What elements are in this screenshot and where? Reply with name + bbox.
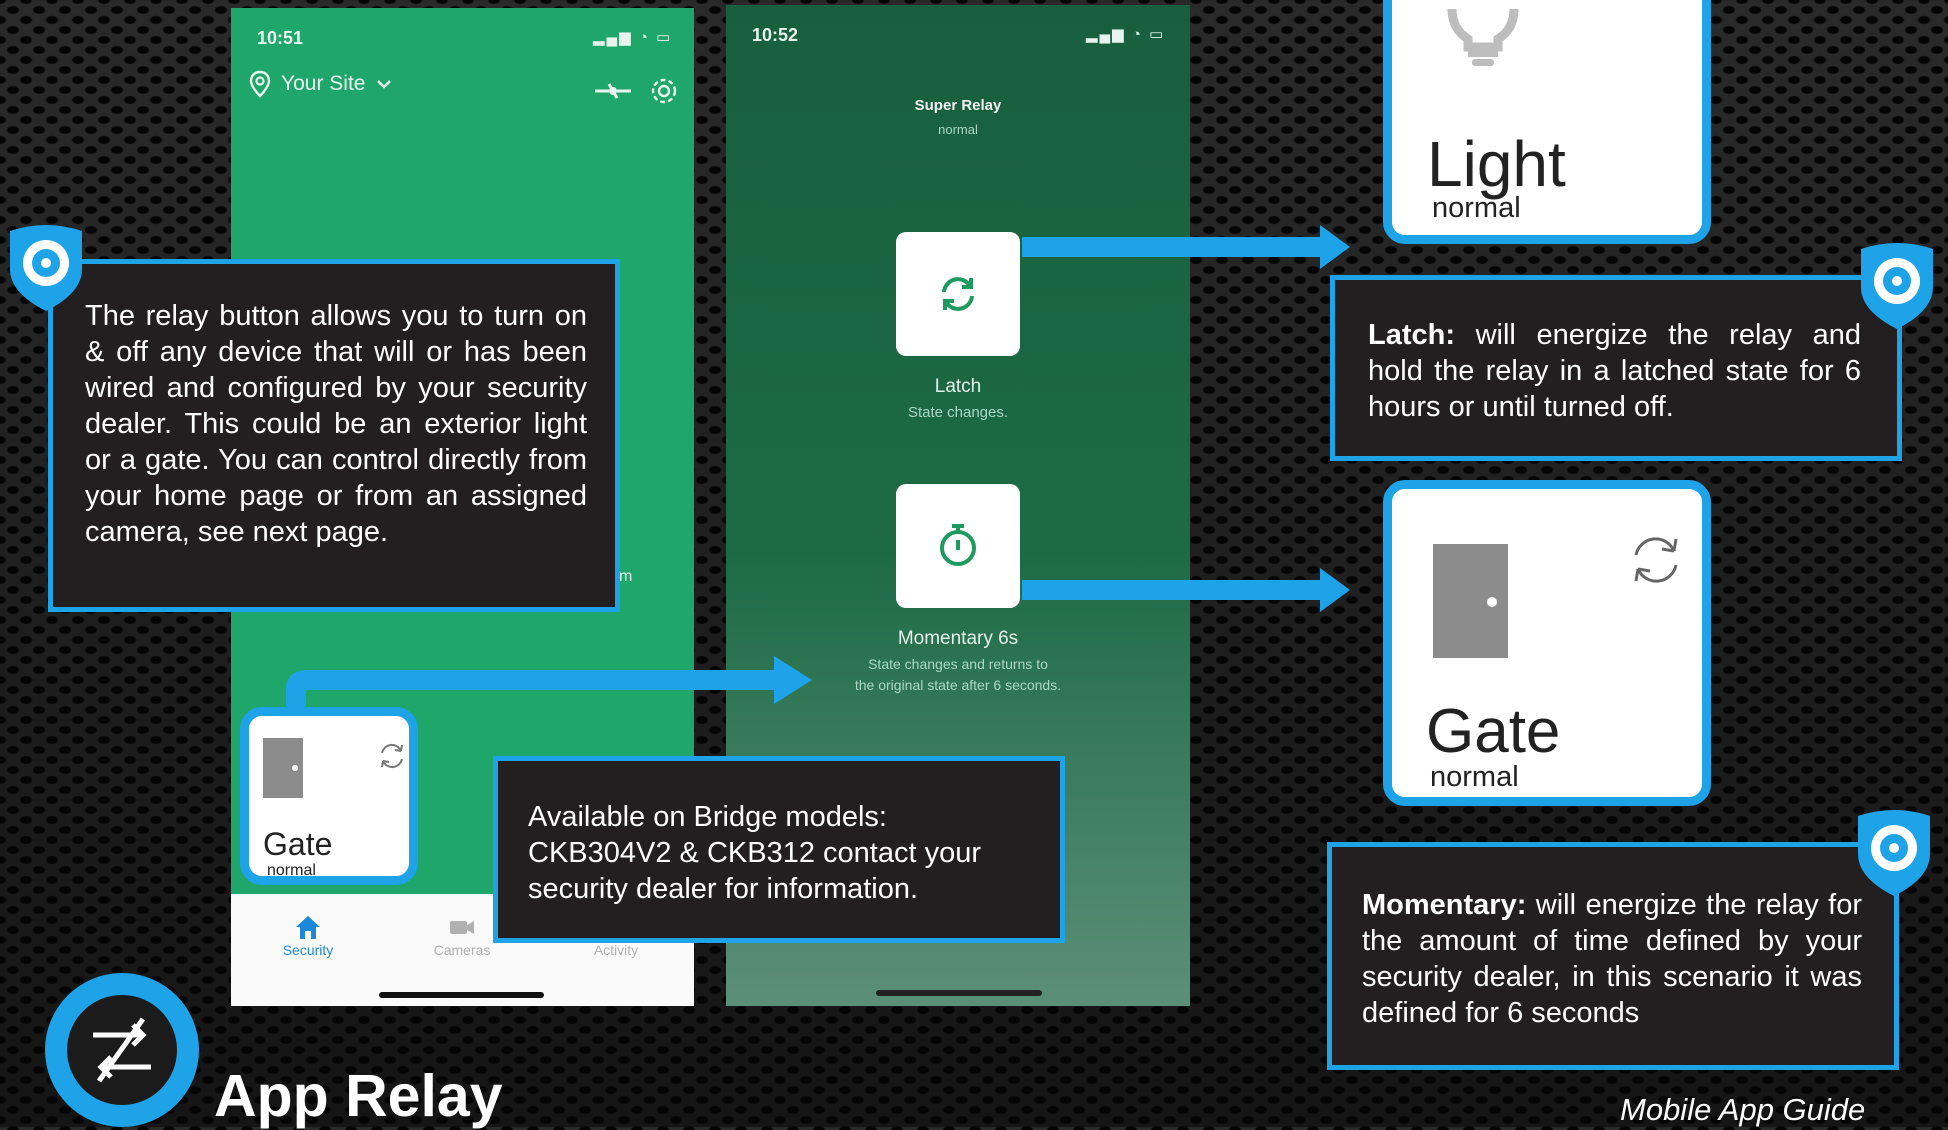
gate-title-large: Gate bbox=[1426, 697, 1561, 766]
site-name: Your Site bbox=[281, 72, 366, 95]
latch-arrow-bar bbox=[1022, 237, 1324, 257]
eye-badge-icon-3 bbox=[1858, 810, 1930, 896]
light-bulb-icon bbox=[1447, 8, 1519, 66]
eye-badge-icon-2 bbox=[1861, 243, 1933, 329]
tab-security[interactable]: Security bbox=[253, 912, 363, 958]
light-status: normal bbox=[1432, 192, 1521, 224]
latch-label: Latch bbox=[934, 376, 982, 397]
connection-icon[interactable] bbox=[593, 80, 633, 102]
tab-activity-label: Activity bbox=[593, 942, 639, 958]
chevron-down-icon bbox=[377, 80, 392, 89]
latch-button[interactable] bbox=[896, 232, 1020, 356]
tab-cameras-label: Cameras bbox=[433, 942, 491, 958]
status-icons: ▂▄▆ ◔ ▭ bbox=[593, 29, 673, 46]
gate-to-relay-arrow bbox=[286, 656, 812, 710]
refresh-icon bbox=[381, 743, 403, 769]
relay-switch-icon bbox=[93, 1017, 151, 1083]
momentary-arrow-head bbox=[1320, 568, 1350, 612]
guide-label: Mobile App Guide bbox=[1620, 1092, 1866, 1127]
gate-status-small: normal bbox=[267, 862, 316, 879]
app-relay-logo bbox=[45, 973, 199, 1127]
light-relay-card[interactable]: Light normal bbox=[1383, 0, 1711, 244]
home-indicator bbox=[379, 992, 544, 998]
latch-arrow-head bbox=[1320, 225, 1350, 269]
site-selector[interactable]: Your Site bbox=[249, 66, 393, 102]
status-time: 10:51 bbox=[257, 28, 304, 48]
momentary-callout-bold: Momentary: bbox=[1362, 889, 1527, 921]
bridge-models-text: Available on Bridge models: CKB304V2 & C… bbox=[528, 801, 981, 905]
door-icon bbox=[263, 738, 303, 798]
latch-callout-text: Latch: will energize the relay and hold … bbox=[1368, 317, 1861, 425]
home-indicator-2 bbox=[876, 990, 1042, 996]
bridge-models-callout: Available on Bridge models: CKB304V2 & C… bbox=[493, 756, 1065, 943]
relay-intro-callout: The relay button allows you to turn on &… bbox=[48, 259, 620, 612]
partial-text: m bbox=[619, 568, 633, 585]
status-icons-2: ▂▄▆ ◔ ▭ bbox=[1086, 26, 1166, 43]
refresh-icon-large bbox=[1634, 537, 1678, 583]
gate-relay-card-large[interactable]: Gate normal bbox=[1383, 480, 1711, 806]
gate-title-small: Gate bbox=[263, 826, 333, 862]
relay-subtitle: normal bbox=[938, 122, 978, 137]
status-time-2: 10:52 bbox=[752, 25, 799, 45]
home-icon bbox=[296, 916, 320, 939]
momentary-arrow-bar bbox=[1022, 580, 1324, 600]
sync-icon bbox=[942, 277, 974, 311]
relay-title: Super Relay bbox=[914, 97, 1002, 114]
door-icon-large bbox=[1433, 544, 1508, 658]
latch-callout: Latch: will energize the relay and hold … bbox=[1330, 275, 1902, 461]
momentary-callout-text: Momentary: will energize the relay for t… bbox=[1362, 887, 1862, 1031]
relay-intro-text: The relay button allows you to turn on &… bbox=[85, 300, 587, 548]
eye-badge-icon bbox=[10, 225, 82, 311]
camera-icon bbox=[450, 921, 474, 934]
page-title: App Relay bbox=[214, 1063, 503, 1129]
gear-icon[interactable] bbox=[649, 76, 679, 106]
momentary-callout: Momentary: will energize the relay for t… bbox=[1327, 842, 1899, 1070]
latch-callout-bold: Latch: bbox=[1368, 319, 1455, 351]
momentary-label: Momentary 6s bbox=[897, 628, 1019, 649]
timer-icon bbox=[940, 524, 976, 566]
latch-desc: State changes. bbox=[907, 404, 1009, 421]
momentary-button[interactable] bbox=[896, 484, 1020, 608]
gate-relay-card-small[interactable]: Gate normal bbox=[240, 707, 418, 885]
tab-security-label: Security bbox=[282, 942, 334, 958]
gate-status-large: normal bbox=[1430, 761, 1519, 793]
light-title: Light bbox=[1427, 128, 1566, 200]
location-pin-icon bbox=[249, 70, 271, 98]
